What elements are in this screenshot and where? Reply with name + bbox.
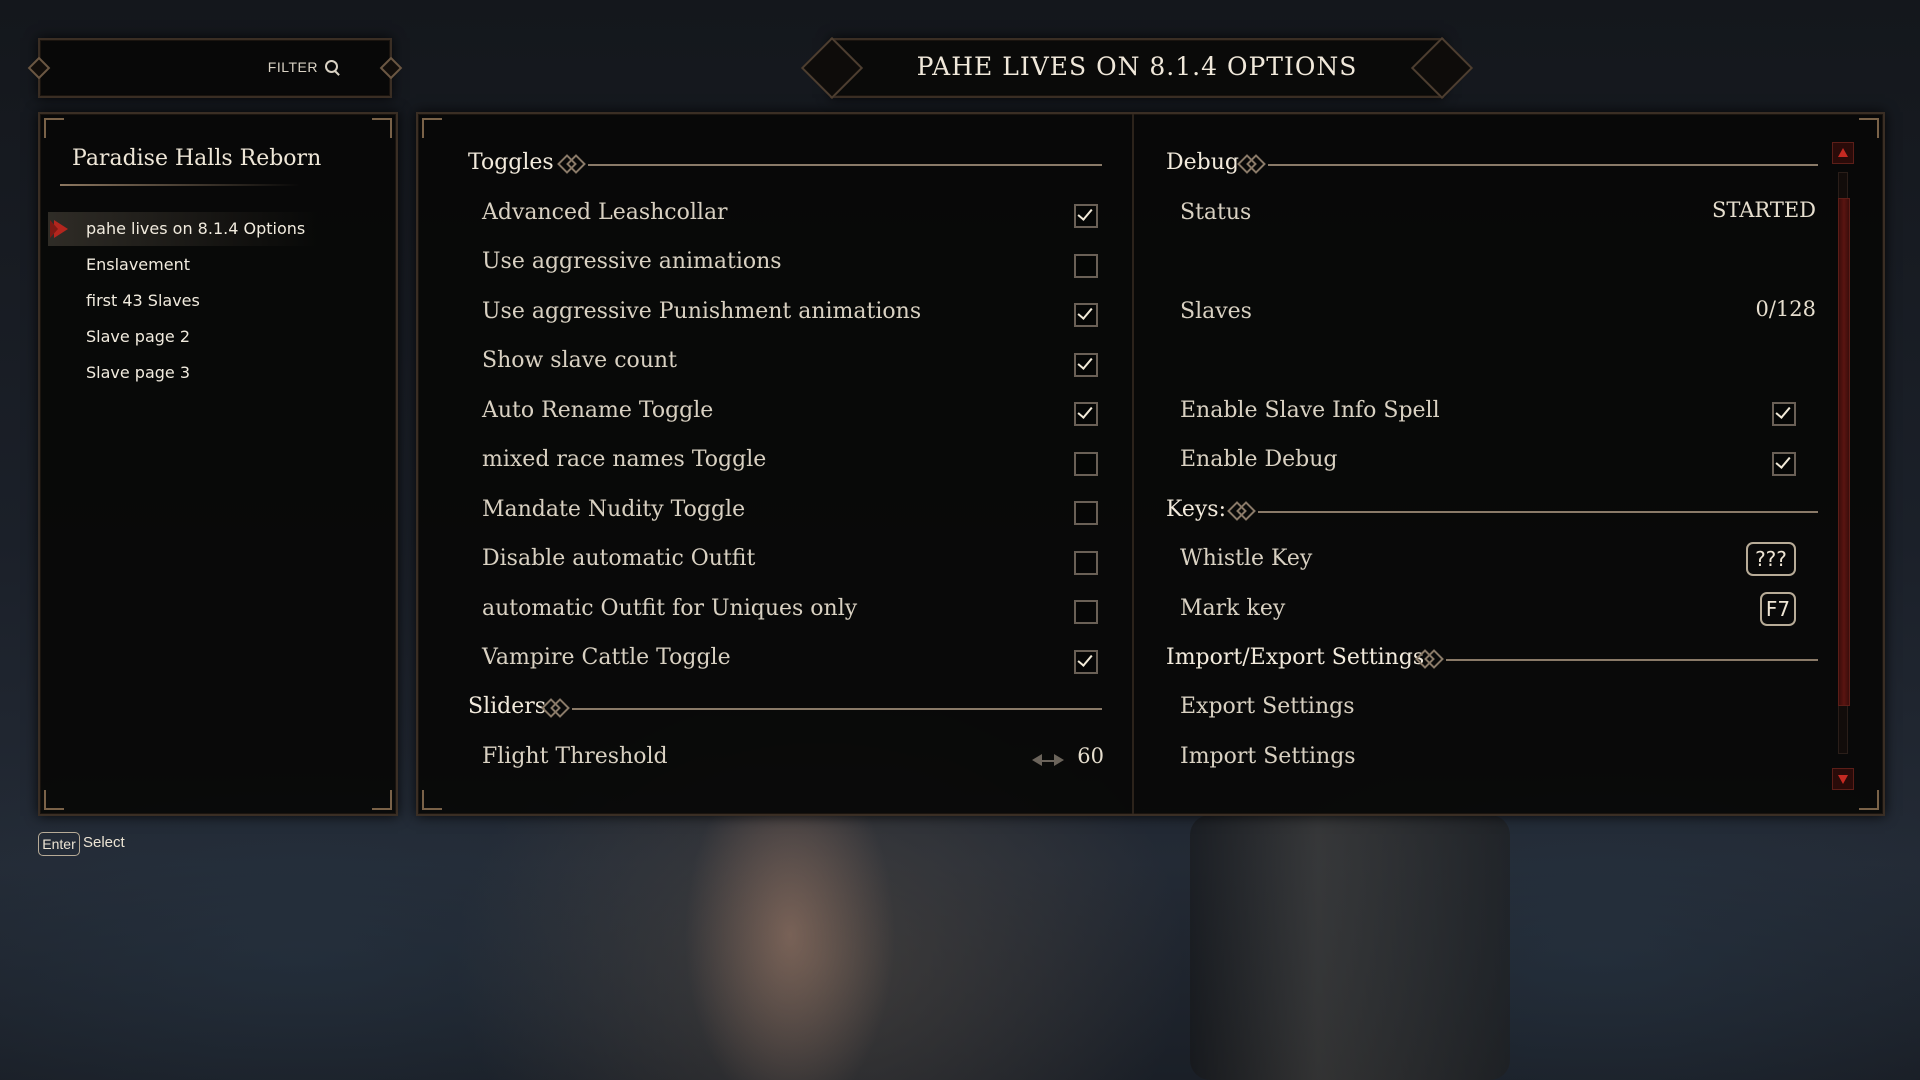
checkmark-icon [1077, 205, 1093, 221]
toggle-label: automatic Outfit for Uniques only [482, 596, 858, 621]
title-bar: PAHE LIVES ON 8.1.4 OPTIONS [830, 38, 1444, 98]
toggle-label: Enable Slave Info Spell [1180, 398, 1440, 423]
checkbox-mixed-race-names[interactable] [1074, 452, 1098, 476]
slaves-count: 0/128 [1755, 297, 1816, 321]
toggle-label: Mandate Nudity Toggle [482, 497, 746, 522]
background-character [630, 815, 930, 1080]
header-ornament-icon [1230, 503, 1252, 519]
toggle-label: Use aggressive Punishment animations [482, 299, 922, 324]
search-icon[interactable] [325, 60, 338, 73]
checkbox-aggressive-animations[interactable] [1074, 254, 1098, 278]
corner-ornament [44, 118, 64, 138]
toggle-label: Vampire Cattle Toggle [482, 645, 731, 670]
checkbox-auto-rename[interactable] [1074, 402, 1098, 426]
header-rule [572, 708, 1102, 710]
selection-arrow-icon [50, 220, 68, 238]
section-header-sliders: Sliders [468, 694, 547, 719]
toggle-label: Disable automatic Outfit [482, 546, 756, 571]
status-label: Status [1180, 200, 1252, 225]
checkbox-aggressive-punishment-animations[interactable] [1074, 303, 1098, 327]
sidebar: Paradise Halls Reborn pahe lives on 8.1.… [38, 112, 398, 816]
corner-ornament [44, 790, 64, 810]
column-divider [1132, 114, 1134, 814]
scroll-thumb[interactable] [1838, 198, 1850, 706]
header-rule [588, 164, 1102, 166]
filter-label: FILTER [267, 59, 318, 75]
checkmark-icon [1775, 403, 1791, 419]
checkmark-icon [1077, 304, 1093, 320]
header-rule [1258, 511, 1818, 513]
section-header-import-export: Import/Export Settings [1166, 645, 1425, 670]
title-underline [60, 184, 300, 186]
enter-key-hint: Enter [38, 832, 80, 856]
toggle-label: Enable Debug [1180, 447, 1338, 472]
sidebar-item-enslavement[interactable]: Enslavement [86, 249, 190, 281]
status-value: STARTED [1711, 198, 1816, 222]
slider-label[interactable]: Flight Threshold [482, 744, 668, 769]
keymap-label: Mark key [1180, 596, 1286, 621]
mod-title: Paradise Halls Reborn [72, 146, 322, 171]
checkbox-advanced-leashcollar[interactable] [1074, 204, 1098, 228]
checkbox-mandate-nudity[interactable] [1074, 501, 1098, 525]
corner-ornament [372, 790, 392, 810]
sidebar-item-slave-page-2[interactable]: Slave page 2 [86, 321, 190, 353]
options-panel: Toggles Advanced Leashcollar Use aggress… [416, 112, 1885, 816]
header-ornament-icon [544, 700, 566, 716]
checkbox-disable-automatic-outfit[interactable] [1074, 551, 1098, 575]
export-settings-button[interactable]: Export Settings [1180, 694, 1355, 719]
header-ornament-icon [1418, 651, 1440, 667]
corner-ornament [422, 118, 442, 138]
checkbox-outfit-uniques-only[interactable] [1074, 600, 1098, 624]
corner-ornament [372, 118, 392, 138]
ornament-diamond [379, 56, 403, 80]
checkmark-icon [1077, 651, 1093, 667]
mark-key-button[interactable]: F7 [1760, 592, 1796, 626]
header-ornament-icon [560, 156, 582, 172]
header-ornament-icon [1240, 156, 1262, 172]
checkmark-icon [1775, 453, 1791, 469]
corner-ornament [1859, 118, 1879, 138]
checkbox-enable-slave-info-spell[interactable] [1772, 402, 1796, 426]
corner-ornament [1859, 790, 1879, 810]
import-settings-button[interactable]: Import Settings [1180, 744, 1356, 769]
scroll-up-icon[interactable] [1832, 142, 1854, 164]
filter-box[interactable]: FILTER [27, 38, 403, 98]
section-header-toggles: Toggles [468, 150, 554, 175]
scrollbar[interactable] [1832, 142, 1854, 790]
header-rule [1446, 659, 1818, 661]
select-action-label: Select [83, 834, 125, 851]
toggle-label: Use aggressive animations [482, 249, 782, 274]
whistle-key-button[interactable]: ??? [1746, 542, 1796, 576]
sidebar-item-first-43-slaves[interactable]: first 43 Slaves [86, 285, 200, 317]
background-barrel [1190, 815, 1510, 1080]
checkbox-show-slave-count[interactable] [1074, 353, 1098, 377]
sidebar-item-options[interactable]: pahe lives on 8.1.4 Options [86, 213, 305, 245]
checkmark-icon [1077, 403, 1093, 419]
page-title: PAHE LIVES ON 8.1.4 OPTIONS [916, 52, 1358, 81]
sidebar-item-slave-page-3[interactable]: Slave page 3 [86, 357, 190, 389]
keymap-label: Whistle Key [1180, 546, 1313, 571]
checkmark-icon [1077, 354, 1093, 370]
slider-value[interactable]: 60 [1068, 744, 1104, 768]
checkbox-vampire-cattle[interactable] [1074, 650, 1098, 674]
corner-ornament [422, 790, 442, 810]
toggle-label: Auto Rename Toggle [482, 398, 714, 423]
ornament-diamond [27, 56, 51, 80]
checkbox-enable-debug[interactable] [1772, 452, 1796, 476]
header-rule [1268, 164, 1818, 166]
slaves-label: Slaves [1180, 299, 1252, 324]
scroll-down-icon[interactable] [1832, 768, 1854, 790]
section-header-debug: Debug [1166, 150, 1239, 175]
toggle-label: Show slave count [482, 348, 677, 373]
section-header-keys: Keys: [1166, 497, 1226, 522]
toggle-label: Advanced Leashcollar [482, 200, 728, 225]
toggle-label: mixed race names Toggle [482, 447, 767, 472]
slider-arrow-line [1042, 760, 1056, 762]
